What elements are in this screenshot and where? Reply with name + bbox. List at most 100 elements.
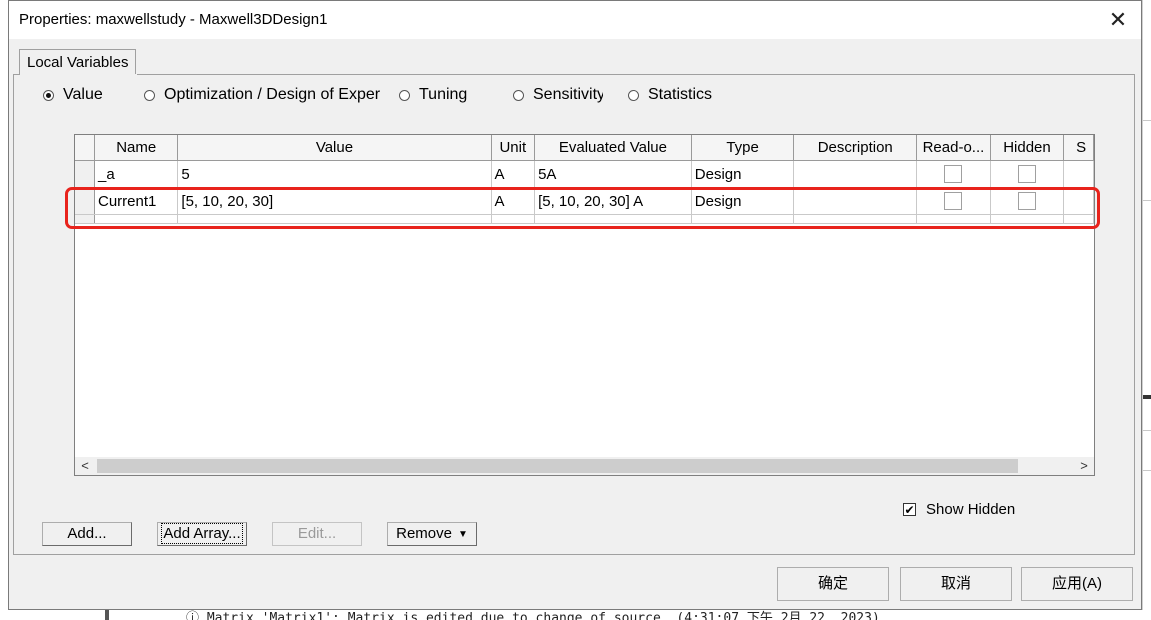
background-marker (1143, 395, 1151, 399)
column-header-hidden[interactable]: Hidden (990, 135, 1065, 161)
cell-read-only (916, 160, 991, 188)
show-hidden-checkbox[interactable]: ✔ Show Hidden (903, 501, 1015, 518)
cell-type: Design (691, 187, 795, 215)
properties-dialog: Properties: maxwellstudy - Maxwell3DDesi… (8, 0, 1142, 610)
add-array-button[interactable]: Add Array... (157, 522, 247, 546)
radio-unselected-icon (513, 89, 524, 101)
radio-label: Tuning (419, 86, 468, 103)
show-hidden-label: Show Hidden (926, 501, 1016, 518)
background-line (1143, 200, 1151, 201)
cell-evaluated-value: 5A (534, 160, 692, 188)
column-header-value[interactable]: Value (177, 135, 492, 161)
empty-cell[interactable] (691, 214, 795, 224)
radio-label: Sensitivity (533, 86, 603, 103)
column-header-name[interactable]: Name (94, 135, 179, 161)
empty-cell[interactable] (534, 214, 692, 224)
log-message: ⓘ Matrix 'Matrix1': Matrix is edited due… (186, 611, 880, 620)
hidden-checkbox[interactable] (1017, 165, 1036, 184)
empty-cell[interactable] (916, 214, 991, 224)
radio-optimization[interactable]: Optimization / Design of Exper (144, 85, 386, 105)
radio-selected-icon (43, 89, 54, 101)
variables-table: Name Value Unit Evaluated Value Type Des… (75, 135, 1094, 224)
apply-button-label: 应用(A) (1052, 575, 1102, 592)
radio-unselected-icon (628, 89, 639, 101)
remove-button[interactable]: Remove ▼ (387, 522, 477, 546)
column-header-description[interactable]: Description (793, 135, 918, 161)
radio-value[interactable]: Value (43, 85, 103, 105)
ok-button[interactable]: 确定 (777, 567, 889, 601)
radio-sensitivity[interactable]: Sensitivity (513, 85, 603, 105)
radio-label: Value (63, 86, 103, 103)
horizontal-scrollbar[interactable]: < > (75, 457, 1094, 475)
close-icon: ✕ (1108, 7, 1128, 32)
empty-cell[interactable] (491, 214, 536, 224)
row-header[interactable] (75, 187, 95, 215)
close-button[interactable]: ✕ (1101, 5, 1135, 35)
scroll-thumb[interactable] (97, 459, 1018, 473)
cell-name[interactable]: Current1 (94, 187, 179, 215)
column-header-s[interactable]: S (1063, 135, 1094, 161)
background-app-edge (1142, 0, 1151, 620)
cell-s (1063, 160, 1094, 188)
background-marker (105, 610, 109, 620)
hidden-checkbox[interactable] (1017, 192, 1036, 211)
empty-cell[interactable] (793, 214, 918, 224)
cell-value[interactable]: 5 (177, 160, 492, 188)
cell-description[interactable] (793, 160, 918, 188)
apply-button[interactable]: 应用(A) (1021, 567, 1133, 601)
background-line (1143, 120, 1151, 121)
cell-name[interactable]: _a (94, 160, 179, 188)
remove-button-label: Remove (396, 525, 452, 542)
add-button-label: Add... (67, 525, 107, 542)
empty-cell[interactable] (177, 214, 492, 224)
scroll-right-icon[interactable]: > (1074, 457, 1094, 475)
row-header[interactable] (75, 160, 95, 188)
radio-unselected-icon (399, 89, 410, 101)
tab-label: Local Variables (27, 54, 129, 71)
empty-cell[interactable] (990, 214, 1065, 224)
row-header[interactable] (75, 214, 95, 224)
column-header-unit[interactable]: Unit (491, 135, 536, 161)
cell-unit[interactable]: A (491, 160, 536, 188)
radio-statistics[interactable]: Statistics (628, 85, 712, 105)
radio-tuning[interactable]: Tuning (399, 85, 467, 105)
window-title: Properties: maxwellstudy - Maxwell3DDesi… (19, 11, 328, 28)
cell-unit[interactable]: A (491, 187, 536, 215)
read-only-checkbox[interactable] (944, 192, 963, 211)
row-header-corner (75, 135, 95, 161)
title-bar: Properties: maxwellstudy - Maxwell3DDesi… (9, 1, 1141, 39)
column-header-type[interactable]: Type (691, 135, 795, 161)
cell-evaluated-value: [5, 10, 20, 30] A (534, 187, 692, 215)
add-button[interactable]: Add... (42, 522, 132, 546)
radio-label: Statistics (648, 86, 713, 103)
empty-cell[interactable] (1063, 214, 1094, 224)
background-line (1143, 470, 1151, 471)
radio-label: Optimization / Design of Exper (164, 86, 381, 103)
read-only-checkbox[interactable] (944, 165, 963, 184)
tab-local-variables[interactable]: Local Variables (19, 49, 137, 75)
cell-value[interactable]: [5, 10, 20, 30] (177, 187, 492, 215)
add-array-button-label: Add Array... (161, 523, 243, 544)
cell-type: Design (691, 160, 795, 188)
cell-hidden (990, 187, 1065, 215)
checkmark-icon: ✔ (903, 503, 916, 517)
radio-unselected-icon (144, 89, 155, 101)
new-row[interactable] (75, 214, 1094, 224)
table-row[interactable]: _a 5 A 5A Design (75, 160, 1094, 188)
scroll-left-icon[interactable]: < (75, 457, 95, 475)
cancel-button-label: 取消 (940, 575, 971, 592)
cell-description[interactable] (793, 187, 918, 215)
cell-hidden (990, 160, 1065, 188)
cell-read-only (916, 187, 991, 215)
column-header-read-only[interactable]: Read-o... (916, 135, 991, 161)
empty-cell[interactable] (94, 214, 179, 224)
tab-joint (20, 74, 137, 76)
cancel-button[interactable]: 取消 (900, 567, 1012, 601)
edit-button[interactable]: Edit... (272, 522, 362, 546)
ok-button-label: 确定 (817, 575, 848, 592)
background-line (1143, 430, 1151, 431)
column-header-evaluated-value[interactable]: Evaluated Value (534, 135, 692, 161)
header-row: Name Value Unit Evaluated Value Type Des… (75, 135, 1094, 161)
table-row[interactable]: Current1 [5, 10, 20, 30] A [5, 10, 20, 3… (75, 187, 1094, 215)
edit-button-label: Edit... (297, 525, 337, 542)
